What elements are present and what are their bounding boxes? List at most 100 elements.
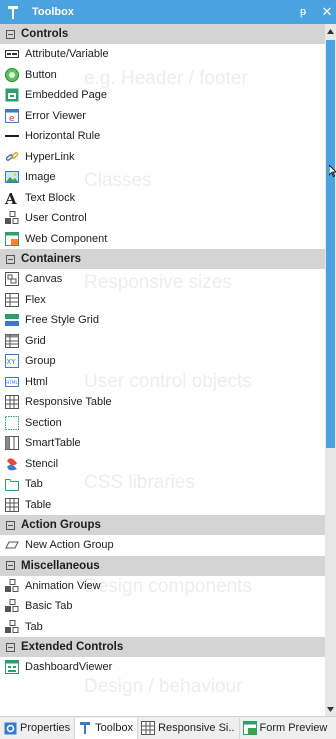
item-label: New Action Group	[25, 539, 114, 552]
collapse-icon[interactable]	[5, 560, 16, 571]
scrollbar-thumb[interactable]	[326, 40, 335, 448]
toolbox-item-free-style-grid[interactable]: Free Style Grid	[0, 310, 325, 331]
toolbox-item-user-control[interactable]: User Control	[0, 208, 325, 229]
tab-responsive-sizes[interactable]: Responsive Si..	[138, 717, 240, 739]
dashboard-viewer-icon	[5, 660, 19, 675]
canvas-icon	[5, 272, 19, 287]
responsive-sizes-icon	[141, 721, 156, 735]
error-viewer-icon: e	[5, 108, 19, 123]
basic-tab-icon	[5, 599, 19, 613]
tab-form-preview[interactable]: Form Preview	[240, 718, 332, 739]
svg-text:e: e	[9, 114, 15, 123]
toolbox-item-animation-view[interactable]: Animation View	[0, 576, 325, 597]
form-preview-icon	[242, 721, 257, 735]
toolbox-item-table[interactable]: Table	[0, 495, 325, 516]
responsive-table-icon	[5, 395, 19, 410]
image-icon	[5, 170, 19, 184]
toolbox-item-stencil[interactable]: Stencil	[0, 454, 325, 475]
toolbox-item-error-viewer[interactable]: e Error Viewer	[0, 106, 325, 127]
user-control-icon	[5, 211, 19, 225]
toolbox-item-tab[interactable]: Tab	[0, 474, 325, 495]
category-extended-controls[interactable]: Extended Controls	[0, 637, 325, 657]
grid-icon	[5, 333, 19, 348]
stencil-icon	[5, 457, 19, 471]
toolbox-item-hyperlink[interactable]: HyperLink	[0, 147, 325, 168]
collapse-icon[interactable]	[5, 520, 16, 531]
toolbox-item-canvas[interactable]: Canvas	[0, 269, 325, 290]
item-label: Flex	[25, 293, 46, 306]
item-label: Error Viewer	[25, 109, 86, 122]
item-label: DashboardViewer	[25, 661, 113, 674]
mouse-cursor-icon	[328, 164, 336, 178]
svg-text:A: A	[5, 191, 17, 205]
toolbox-item-grid[interactable]: Grid	[0, 331, 325, 352]
toolbox-item-embedded-page[interactable]: Embedded Page	[0, 85, 325, 106]
toolbox-item-new-action-group[interactable]: New Action Group	[0, 535, 325, 556]
toolbox-item-html[interactable]: HTML Html	[0, 372, 325, 393]
item-label: Stencil	[25, 457, 59, 470]
category-label: Controls	[21, 28, 69, 40]
item-label: Web Component	[25, 232, 108, 245]
group-icon: XY	[5, 354, 19, 369]
scroll-up-arrow-icon[interactable]	[325, 24, 336, 38]
item-label: Text Block	[25, 191, 76, 204]
category-label: Action Groups	[21, 519, 101, 531]
html-icon: HTML	[5, 375, 19, 389]
panel-title: Toolbox	[32, 6, 74, 18]
close-icon[interactable]: ✕	[320, 4, 334, 20]
item-label: Tab	[25, 478, 43, 491]
tab-properties[interactable]: Properties	[0, 717, 76, 739]
item-label: Free Style Grid	[25, 314, 99, 327]
section-icon	[5, 415, 19, 430]
item-label: SmartTable	[25, 437, 81, 450]
toolbox-item-text-block[interactable]: A Text Block	[0, 188, 325, 209]
toolbox-item-web-component[interactable]: Web Component	[0, 229, 325, 250]
item-label: HyperLink	[25, 150, 75, 163]
properties-gear-icon	[3, 721, 17, 735]
toolbox-item-image[interactable]: Image	[0, 167, 325, 188]
svg-text:HTML: HTML	[6, 380, 18, 385]
toolbox-item-section[interactable]: Section	[0, 413, 325, 434]
toolbox-item-misc-tab[interactable]: Tab	[0, 617, 325, 638]
category-action-groups[interactable]: Action Groups	[0, 515, 325, 535]
item-label: Html	[25, 375, 48, 388]
collapse-icon[interactable]	[5, 29, 16, 40]
collapse-icon[interactable]	[5, 642, 16, 653]
tab-toolbox[interactable]: Toolbox	[75, 717, 139, 739]
item-label: Animation View	[25, 579, 101, 592]
collapse-icon[interactable]	[5, 254, 16, 265]
category-containers[interactable]: Containers	[0, 249, 325, 269]
item-label: User Control	[25, 212, 87, 225]
toolbox-hammer-icon	[6, 4, 20, 20]
item-label: Responsive Table	[25, 396, 112, 409]
tab-label: Responsive Si..	[158, 722, 235, 734]
scroll-down-arrow-icon[interactable]	[325, 702, 336, 716]
toolbox-item-group[interactable]: XY Group	[0, 351, 325, 372]
toolbox-item-button[interactable]: Button	[0, 65, 325, 86]
category-miscellaneous[interactable]: Miscellaneous	[0, 555, 325, 576]
action-group-icon	[5, 538, 19, 552]
item-label: Section	[25, 416, 62, 429]
svg-text:XY: XY	[7, 358, 17, 366]
tab-icon	[5, 477, 19, 492]
toolbox-item-horizontal-rule[interactable]: Horizontal Rule	[0, 126, 325, 147]
item-label: Canvas	[25, 273, 63, 286]
toolbox-item-responsive-table[interactable]: Responsive Table	[0, 392, 325, 413]
category-label: Extended Controls	[21, 641, 124, 653]
toolbox-item-smarttable[interactable]: SmartTable	[0, 433, 325, 454]
pin-icon[interactable]: ᵽ	[296, 6, 310, 18]
watermark-text: Design / behaviour	[84, 676, 243, 697]
toolbox-list: e.g. Header / footer Classes Responsive …	[0, 24, 325, 716]
embedded-page-icon	[5, 88, 19, 102]
toolbox-item-attribute-variable[interactable]: Attribute/Variable	[0, 44, 325, 65]
vertical-scrollbar[interactable]	[325, 24, 336, 716]
item-label: Image	[25, 171, 56, 184]
toolbox-icon	[78, 721, 92, 735]
toolbox-item-dashboard-viewer[interactable]: DashboardViewer	[0, 657, 325, 678]
category-controls[interactable]: Controls	[0, 24, 325, 44]
toolbox-item-flex[interactable]: Flex	[0, 290, 325, 311]
item-label: Button	[25, 68, 57, 81]
item-label: Tab	[25, 620, 43, 633]
tab-label: Properties	[20, 722, 71, 734]
toolbox-item-basic-tab[interactable]: Basic Tab	[0, 596, 325, 617]
